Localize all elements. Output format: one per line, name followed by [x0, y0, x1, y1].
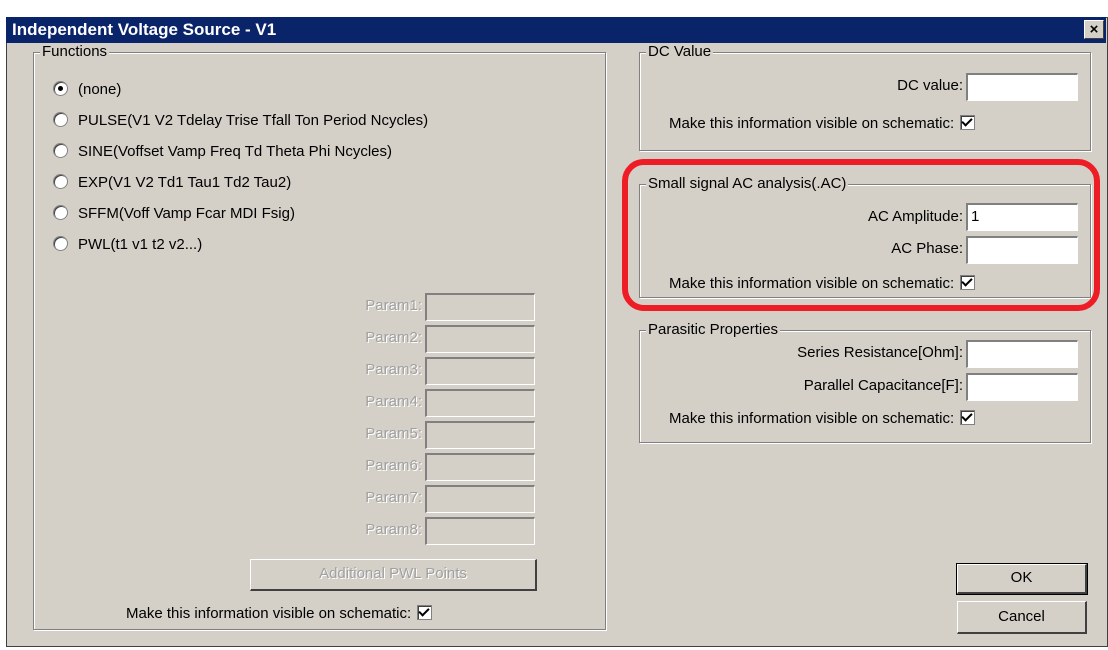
parallel-capacitance-field[interactable]: [966, 373, 1078, 401]
dc-visible-label: Make this information visible on schemat…: [669, 115, 955, 132]
param3-field[interactable]: [425, 357, 535, 385]
functions-group: Functions (none) PULSE(V1 V2 Tdelay Tris…: [33, 43, 606, 630]
ac-visible-label: Make this information visible on schemat…: [669, 275, 955, 292]
ac-visible-checkbox[interactable]: [960, 275, 976, 290]
ac-phase-label: AC Phase:: [891, 240, 963, 257]
parasitic-visible-label: Make this information visible on schemat…: [669, 410, 955, 427]
dc-visible-row: Make this information visible on schemat…: [669, 114, 976, 134]
parasitic-group-title: Parasitic Properties: [646, 321, 781, 339]
dc-value-group-title: DC Value: [646, 43, 714, 61]
radio-label: EXP(V1 V2 Td1 Tau1 Td2 Tau2): [78, 174, 292, 191]
series-resistance-field[interactable]: [966, 340, 1078, 368]
functions-visible-row: Make this information visible on schemat…: [126, 604, 433, 624]
param7-field[interactable]: [425, 485, 535, 513]
param2-field[interactable]: [425, 325, 535, 353]
parasitic-visible-checkbox[interactable]: [960, 410, 976, 425]
dc-visible-checkbox[interactable]: [960, 115, 976, 130]
param1-label: Param1:: [365, 297, 422, 314]
dc-value-field[interactable]: [966, 73, 1078, 101]
param5-field[interactable]: [425, 421, 535, 449]
radio-button[interactable]: [53, 236, 68, 251]
radio-button[interactable]: [53, 143, 68, 158]
functions-group-title: Functions: [40, 43, 110, 61]
ac-visible-row: Make this information visible on schemat…: [669, 274, 976, 294]
ac-amplitude-field[interactable]: 1: [966, 203, 1078, 231]
radio-button[interactable]: [53, 112, 68, 127]
param1-field[interactable]: [425, 293, 535, 321]
param5-label: Param5:: [365, 425, 422, 442]
param7-label: Param7:: [365, 489, 422, 506]
radio-pulse[interactable]: PULSE(V1 V2 Tdelay Trise Tfall Ton Perio…: [53, 111, 428, 131]
param6-field[interactable]: [425, 453, 535, 481]
ac-amplitude-label: AC Amplitude:: [867, 208, 963, 225]
ac-analysis-group: Small signal AC analysis(.AC) AC Amplitu…: [639, 175, 1091, 298]
radio-label: PWL(t1 v1 t2 v2...): [78, 236, 203, 253]
functions-visible-label: Make this information visible on schemat…: [126, 605, 412, 622]
window-title: Independent Voltage Source - V1: [12, 20, 277, 39]
ac-analysis-group-title: Small signal AC analysis(.AC): [646, 175, 849, 193]
radio-button[interactable]: [53, 205, 68, 220]
param2-label: Param2:: [365, 329, 422, 346]
functions-visible-checkbox[interactable]: [417, 605, 433, 620]
radio-sine[interactable]: SINE(Voffset Vamp Freq Td Theta Phi Ncyc…: [53, 142, 392, 162]
param8-label: Param8:: [365, 521, 422, 538]
title-bar: Independent Voltage Source - V1 ×: [6, 17, 1106, 43]
radio-exp[interactable]: EXP(V1 V2 Td1 Tau1 Td2 Tau2): [53, 173, 291, 193]
param4-field[interactable]: [425, 389, 535, 417]
param6-label: Param6:: [365, 457, 422, 474]
dc-value-group: DC Value DC value: Make this information…: [639, 43, 1091, 151]
radio-label: (none): [78, 81, 122, 98]
radio-button[interactable]: [53, 174, 68, 189]
parallel-capacitance-label: Parallel Capacitance[F]:: [803, 377, 963, 394]
close-button[interactable]: ×: [1084, 20, 1104, 39]
ok-button[interactable]: OK: [956, 563, 1088, 595]
radio-pwl[interactable]: PWL(t1 v1 t2 v2...): [53, 235, 202, 255]
cancel-button[interactable]: Cancel: [957, 601, 1087, 634]
dc-value-label: DC value:: [897, 77, 963, 94]
param3-label: Param3:: [365, 361, 422, 378]
radio-sffm[interactable]: SFFM(Voff Vamp Fcar MDI Fsig): [53, 204, 295, 224]
radio-none[interactable]: (none): [53, 80, 121, 100]
param8-field[interactable]: [425, 517, 535, 545]
radio-label: SINE(Voffset Vamp Freq Td Theta Phi Ncyc…: [78, 143, 393, 160]
radio-label: PULSE(V1 V2 Tdelay Trise Tfall Ton Perio…: [78, 112, 429, 129]
radio-button[interactable]: [53, 81, 68, 96]
series-resistance-label: Series Resistance[Ohm]:: [797, 344, 963, 361]
additional-pwl-points-button[interactable]: Additional PWL Points: [250, 559, 537, 591]
radio-label: SFFM(Voff Vamp Fcar MDI Fsig): [78, 205, 295, 222]
parasitic-group: Parasitic Properties Series Resistance[O…: [639, 321, 1091, 443]
ac-phase-field[interactable]: [966, 236, 1078, 264]
parasitic-visible-row: Make this information visible on schemat…: [669, 409, 976, 429]
param4-label: Param4:: [365, 393, 422, 410]
